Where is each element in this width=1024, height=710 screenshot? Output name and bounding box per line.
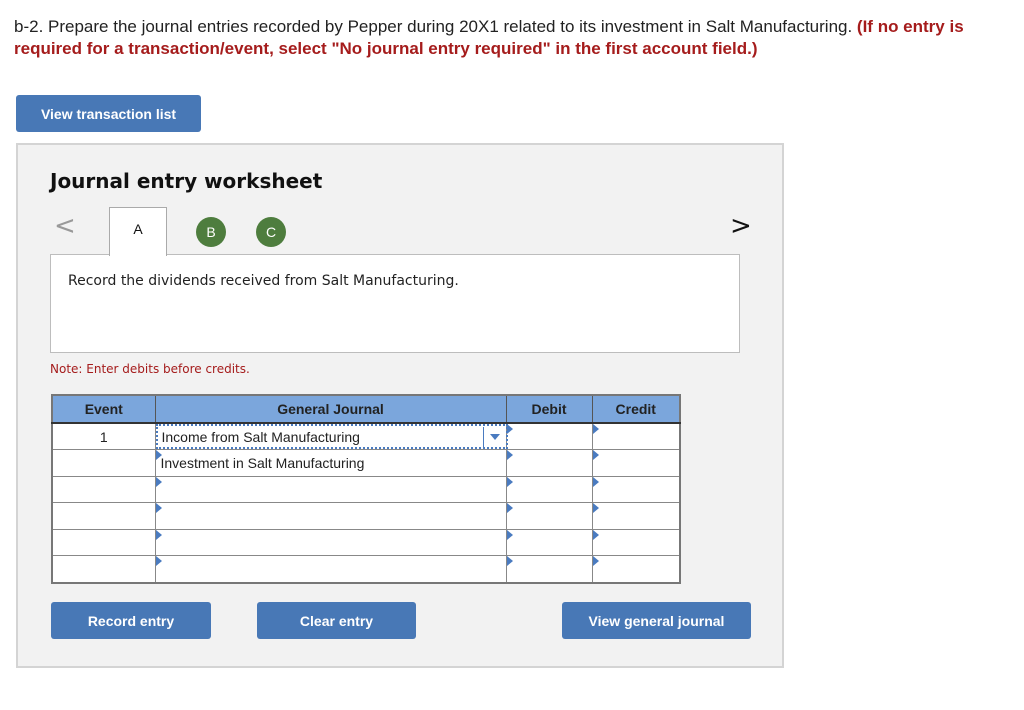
account-select[interactable] [154, 475, 507, 504]
event-cell [51, 475, 156, 504]
credit-input[interactable] [591, 475, 681, 504]
header-general-journal: General Journal [154, 394, 507, 424]
credit-input[interactable] [591, 422, 681, 451]
table-row: 1 Income from Salt Manufacturing [51, 422, 681, 451]
tab-c[interactable]: C [256, 217, 286, 247]
caret-down-icon[interactable] [489, 433, 500, 440]
flag-icon [155, 476, 162, 487]
header-debit: Debit [505, 394, 593, 424]
question-prompt: b-2. Prepare the journal entries recorde… [14, 16, 1014, 60]
event-cell [51, 528, 156, 557]
flag-icon [592, 529, 599, 540]
debit-credit-note: Note: Enter debits before credits. [50, 362, 250, 376]
transaction-prompt: Record the dividends received from Salt … [68, 273, 459, 289]
credit-input[interactable] [591, 555, 681, 584]
account-dropdown-focused[interactable]: Income from Salt Manufacturing [155, 424, 508, 450]
dropdown-divider [482, 426, 484, 447]
table-row [51, 475, 681, 504]
debit-input[interactable] [505, 422, 593, 451]
account-value: Investment in Salt Manufacturing [160, 454, 365, 471]
event-cell [51, 502, 156, 530]
credit-input[interactable] [591, 528, 681, 557]
account-select[interactable] [154, 528, 507, 557]
flag-icon [155, 556, 162, 567]
table-row [51, 502, 681, 530]
debit-input[interactable] [505, 502, 593, 530]
account-select[interactable] [154, 555, 507, 584]
debit-input[interactable] [505, 475, 593, 504]
record-entry-button[interactable]: Record entry [51, 602, 211, 639]
flag-icon [592, 424, 599, 434]
chevron-left-icon[interactable]: < [54, 213, 76, 239]
chevron-right-icon[interactable]: > [730, 213, 752, 239]
table-row: Investment in Salt Manufacturing [51, 449, 681, 477]
event-cell [51, 555, 156, 584]
view-transaction-list-button[interactable]: View transaction list [16, 95, 201, 132]
transaction-prompt-box: Record the dividends received from Salt … [50, 254, 740, 353]
flag-icon [592, 476, 599, 487]
flag-icon [155, 450, 162, 461]
debit-input[interactable] [505, 555, 593, 584]
flag-icon [506, 450, 513, 461]
journal-entry-worksheet: Journal entry worksheet < A B C > Record… [16, 143, 784, 668]
table-row [51, 528, 681, 557]
account-select[interactable]: Income from Salt Manufacturing [154, 422, 508, 451]
flag-icon [506, 503, 513, 514]
tab-a[interactable]: A [109, 207, 167, 256]
account-value: Income from Salt Manufacturing [161, 428, 360, 445]
flag-icon [506, 529, 513, 540]
flag-icon [506, 424, 513, 434]
flag-icon [506, 476, 513, 487]
event-cell [51, 449, 156, 477]
account-select[interactable] [154, 502, 507, 530]
debit-input[interactable] [505, 528, 593, 557]
account-select[interactable]: Investment in Salt Manufacturing [154, 449, 507, 477]
clear-entry-button[interactable]: Clear entry [257, 602, 416, 639]
flag-icon [592, 503, 599, 514]
question-text: b-2. Prepare the journal entries recorde… [14, 17, 857, 36]
view-general-journal-button[interactable]: View general journal [562, 602, 751, 639]
tab-b[interactable]: B [196, 217, 226, 247]
flag-icon [155, 503, 162, 514]
header-credit: Credit [591, 394, 681, 424]
event-cell: 1 [51, 422, 156, 451]
header-event: Event [51, 394, 156, 424]
credit-input[interactable] [591, 449, 681, 477]
flag-icon [592, 450, 599, 461]
flag-icon [506, 556, 513, 567]
worksheet-title: Journal entry worksheet [50, 169, 323, 193]
flag-icon [155, 529, 162, 540]
debit-input[interactable] [505, 449, 593, 477]
table-row [51, 555, 681, 584]
journal-table: Event General Journal Debit Credit 1 Inc… [51, 394, 681, 584]
journal-header-row: Event General Journal Debit Credit [51, 394, 681, 424]
flag-icon [592, 556, 599, 567]
credit-input[interactable] [591, 502, 681, 530]
